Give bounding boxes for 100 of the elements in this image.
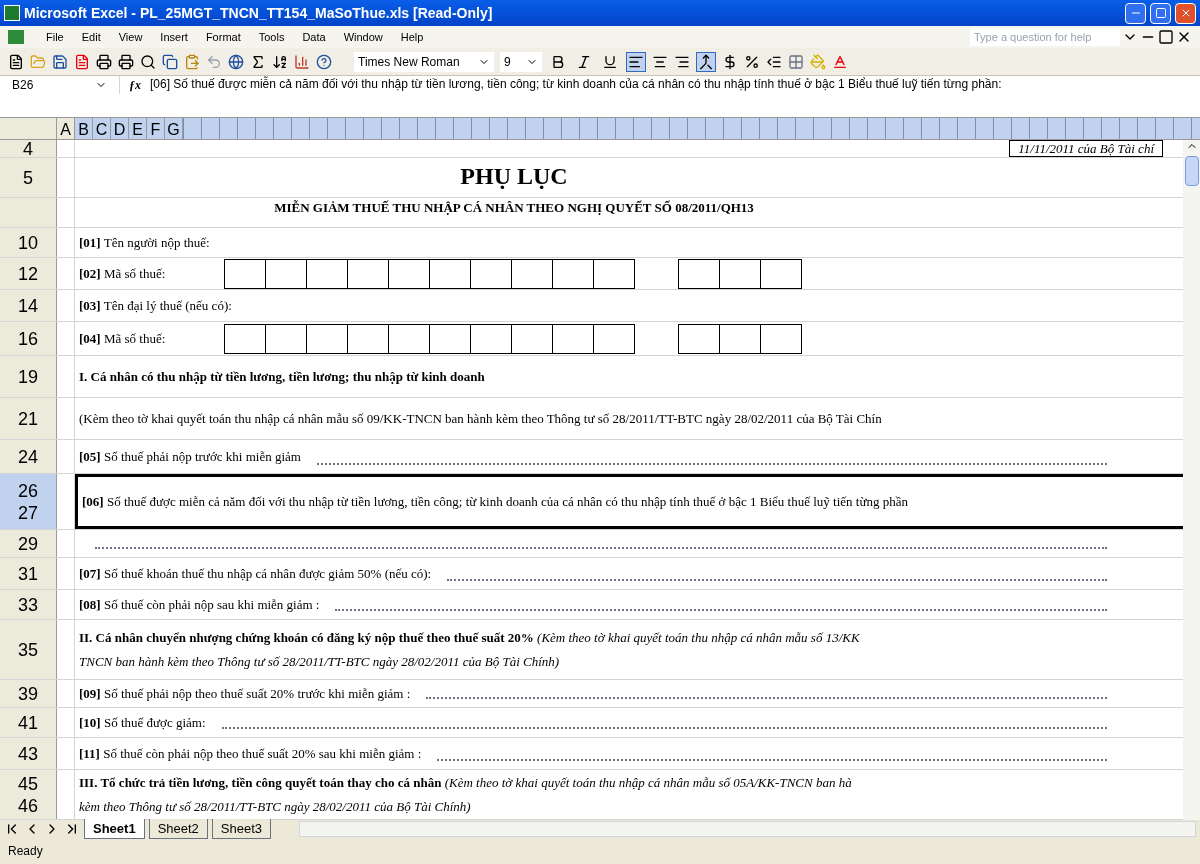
sheet-tab[interactable]: Sheet1 bbox=[84, 818, 145, 840]
column-header[interactable]: D bbox=[111, 118, 129, 139]
row-header[interactable]: 41 bbox=[0, 708, 57, 737]
align-left-button[interactable] bbox=[626, 51, 646, 72]
row-number: 35 bbox=[18, 638, 38, 661]
digit-box[interactable] bbox=[265, 323, 308, 354]
row-header[interactable]: 5 bbox=[0, 158, 57, 197]
print-icon[interactable] bbox=[96, 53, 112, 70]
digit-box[interactable] bbox=[224, 258, 267, 289]
row-header[interactable]: 35 bbox=[0, 620, 57, 679]
sheet-tab[interactable]: Sheet2 bbox=[148, 818, 208, 840]
row-header[interactable]: 43 bbox=[0, 738, 57, 769]
digit-box[interactable] bbox=[347, 258, 390, 289]
borders-icon[interactable] bbox=[788, 53, 804, 70]
horizontal-scrollbar[interactable] bbox=[299, 821, 1196, 837]
row-header[interactable]: 12 bbox=[0, 258, 57, 289]
digit-box[interactable] bbox=[593, 258, 636, 289]
form-label: [02] Mã số thuế: bbox=[79, 264, 166, 283]
menu-item[interactable]: Edit bbox=[73, 28, 109, 46]
row-header[interactable]: 10 bbox=[0, 228, 57, 257]
row-header[interactable]: 16 bbox=[0, 322, 57, 355]
menu-item[interactable]: Data bbox=[294, 28, 334, 46]
paste-icon[interactable] bbox=[184, 53, 200, 70]
digit-box[interactable] bbox=[388, 258, 431, 289]
name-box[interactable]: B26 bbox=[0, 76, 120, 94]
digit-box[interactable] bbox=[470, 323, 513, 354]
font-size-field[interactable]: 9 bbox=[500, 51, 542, 72]
chart-icon[interactable] bbox=[294, 53, 310, 70]
formula-field[interactable]: [06] Số thuế được miễn cả năm đối với thu nhập từ tiền lương, tiền công; từ kinh doanh của cá nhân có thu nhập tính thuế ở bậc 1 Biểu thuế luỹ tiến từng phần: bbox=[150, 76, 1200, 117]
row-header[interactable]: 4 bbox=[0, 140, 57, 157]
digit-box[interactable] bbox=[678, 323, 721, 354]
column-header[interactable]: B bbox=[75, 118, 93, 139]
digit-box[interactable] bbox=[265, 258, 308, 289]
search-icon[interactable] bbox=[140, 53, 156, 70]
digit-box[interactable] bbox=[224, 323, 267, 354]
menu-item[interactable]: Help bbox=[392, 28, 432, 46]
merge-icon bbox=[698, 53, 714, 70]
menu-item[interactable]: File bbox=[38, 28, 72, 46]
row-header[interactable]: 26 27 bbox=[0, 474, 57, 529]
digit-box[interactable] bbox=[511, 323, 554, 354]
currency-icon[interactable] bbox=[722, 53, 738, 70]
column-header[interactable]: C bbox=[93, 118, 111, 139]
vertical-scrollbar[interactable] bbox=[1183, 140, 1200, 820]
menu-item[interactable]: Format bbox=[197, 28, 249, 46]
help-icon[interactable] bbox=[316, 53, 332, 70]
digit-box[interactable] bbox=[306, 258, 349, 289]
menu-item[interactable]: Insert bbox=[152, 28, 196, 46]
scroll-thumb[interactable] bbox=[1184, 156, 1199, 186]
close-button[interactable] bbox=[1175, 2, 1196, 24]
sum-icon[interactable] bbox=[250, 53, 266, 70]
menu-item[interactable]: Tools bbox=[250, 28, 293, 46]
save-icon[interactable] bbox=[52, 53, 68, 70]
column-header[interactable]: G bbox=[165, 118, 183, 139]
new-file-icon[interactable] bbox=[8, 53, 24, 70]
digit-box[interactable] bbox=[760, 258, 803, 289]
row-header[interactable]: 31 bbox=[0, 558, 57, 589]
window-title: Microsoft Excel - PL_25MGT_TNCN_TT154_MaSoThue.xls [Read-Only] bbox=[24, 3, 494, 23]
minimize-button[interactable] bbox=[1125, 2, 1146, 24]
digit-box[interactable] bbox=[470, 258, 513, 289]
row-header[interactable]: 39 bbox=[0, 680, 57, 707]
column-header[interactable]: F bbox=[147, 118, 165, 139]
digit-box[interactable] bbox=[347, 323, 390, 354]
sheet-tab[interactable]: Sheet3 bbox=[211, 818, 272, 840]
restore-icon[interactable] bbox=[1158, 29, 1174, 45]
menu-item[interactable]: View bbox=[110, 28, 151, 46]
digit-box[interactable] bbox=[306, 323, 349, 354]
row-header[interactable]: 21 bbox=[0, 398, 57, 439]
percent-icon[interactable] bbox=[744, 53, 760, 70]
row-number: 43 bbox=[18, 742, 38, 765]
permission-icon[interactable] bbox=[74, 53, 90, 70]
digit-box[interactable] bbox=[719, 323, 762, 354]
font-field[interactable]: Times New Roman bbox=[354, 51, 494, 72]
font-color-icon[interactable] bbox=[832, 53, 848, 70]
digit-box[interactable] bbox=[678, 258, 721, 289]
digit-box[interactable] bbox=[511, 258, 554, 289]
row-header[interactable]: 14 bbox=[0, 290, 57, 321]
column-header[interactable]: E bbox=[129, 118, 147, 139]
help-search-field[interactable]: Type a question for help bbox=[970, 28, 1120, 46]
sort-icon[interactable] bbox=[272, 53, 288, 70]
digit-box[interactable] bbox=[760, 323, 803, 354]
digit-box[interactable] bbox=[388, 323, 431, 354]
print-icon[interactable] bbox=[118, 53, 134, 70]
row-header[interactable]: 33 bbox=[0, 590, 57, 619]
digit-box[interactable] bbox=[552, 258, 595, 289]
row-header[interactable]: 19 bbox=[0, 356, 57, 397]
row-header[interactable]: 45 46 bbox=[0, 770, 57, 819]
restore-button[interactable] bbox=[1150, 2, 1171, 24]
merge-center-button[interactable] bbox=[696, 51, 716, 72]
row-header[interactable]: 29 bbox=[0, 530, 57, 557]
form-label: [06] Số thuế được miễn cả năm đối với thu nhập từ tiền lương, tiền công; từ kinh doanh của cá nhân có thu nhập tính thuế ở bậc 1 Biểu thuế luỹ tiến từng phần bbox=[82, 492, 908, 511]
digit-box[interactable] bbox=[429, 258, 472, 289]
copy-icon[interactable] bbox=[162, 53, 178, 70]
fill-color-icon[interactable] bbox=[810, 53, 826, 70]
digit-box[interactable] bbox=[552, 323, 595, 354]
row-header[interactable]: 24 bbox=[0, 440, 57, 473]
globe-icon[interactable] bbox=[228, 53, 244, 70]
digit-box[interactable] bbox=[719, 258, 762, 289]
digit-box[interactable] bbox=[593, 323, 636, 354]
menu-item[interactable]: Window bbox=[335, 28, 391, 46]
digit-box[interactable] bbox=[429, 323, 472, 354]
